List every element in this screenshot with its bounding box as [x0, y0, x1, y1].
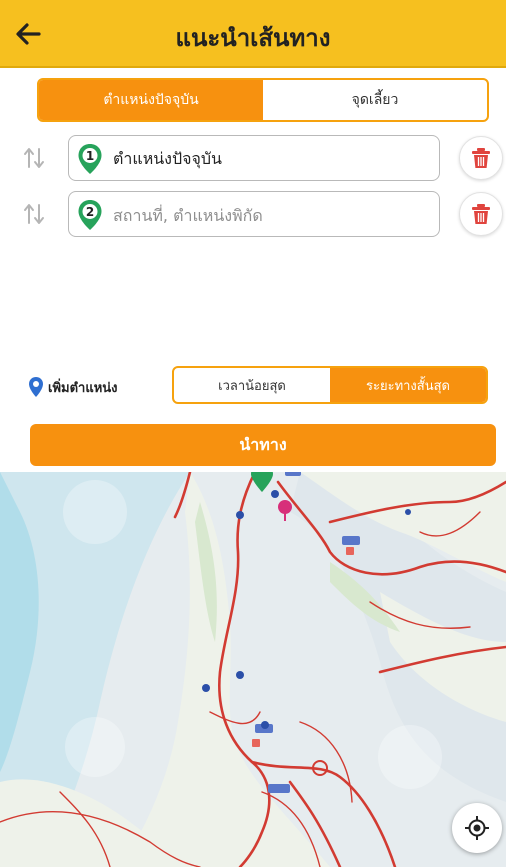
page-title: แนะนำเส้นทาง: [175, 24, 331, 52]
navigate-button[interactable]: นำทาง: [30, 424, 496, 466]
trash-icon: [472, 148, 490, 168]
pin-number: 1: [86, 149, 94, 163]
route-stop-row: 2: [0, 186, 506, 242]
add-location-button[interactable]: เพิ่มตำแหน่ง: [28, 372, 118, 402]
delete-stop-button[interactable]: [459, 192, 503, 236]
locate-me-button[interactable]: [452, 803, 502, 853]
add-location-label: เพิ่มตำแหน่ง: [48, 380, 118, 396]
app-header: แนะนำเส้นทาง: [0, 0, 506, 68]
reorder-arrows-svg: [24, 148, 44, 168]
delete-stop-button[interactable]: [459, 136, 503, 180]
app-screen: แนะนำเส้นทาง ตำแหน่งปัจจุบัน จุดเลี้ยว 1: [0, 0, 506, 867]
location-pin-2-icon: 2: [78, 200, 102, 230]
pin-number: 2: [86, 205, 94, 219]
reorder-arrows-icon[interactable]: [20, 144, 48, 172]
tab-waypoints[interactable]: จุดเลี้ยว: [263, 80, 487, 120]
destination-input[interactable]: [113, 200, 431, 230]
start-location-input[interactable]: [113, 144, 431, 174]
route-mode-tabs: เวลาน้อยสุด ระยะทางสั้นสุด: [172, 366, 488, 404]
location-pin-1-icon: 1: [78, 144, 102, 174]
tab-current-location[interactable]: ตำแหน่งปัจจุบัน: [39, 80, 263, 120]
map-view[interactable]: [0, 472, 506, 867]
crosshair-icon: [465, 816, 489, 840]
reorder-arrows-svg: [24, 204, 44, 224]
reorder-arrows-icon[interactable]: [20, 200, 48, 228]
map-marker-icon: [29, 377, 43, 397]
tab-fastest-time[interactable]: เวลาน้อยสุด: [174, 368, 330, 402]
trash-icon: [472, 204, 490, 224]
location-type-tabs: ตำแหน่งปัจจุบัน จุดเลี้ยว: [37, 78, 489, 122]
tab-shortest-distance[interactable]: ระยะทางสั้นสุด: [330, 368, 486, 402]
route-stop-field: 2: [68, 191, 440, 237]
route-stop-row: 1: [0, 130, 506, 186]
map-canvas: [0, 472, 506, 867]
route-stop-field: 1: [68, 135, 440, 181]
